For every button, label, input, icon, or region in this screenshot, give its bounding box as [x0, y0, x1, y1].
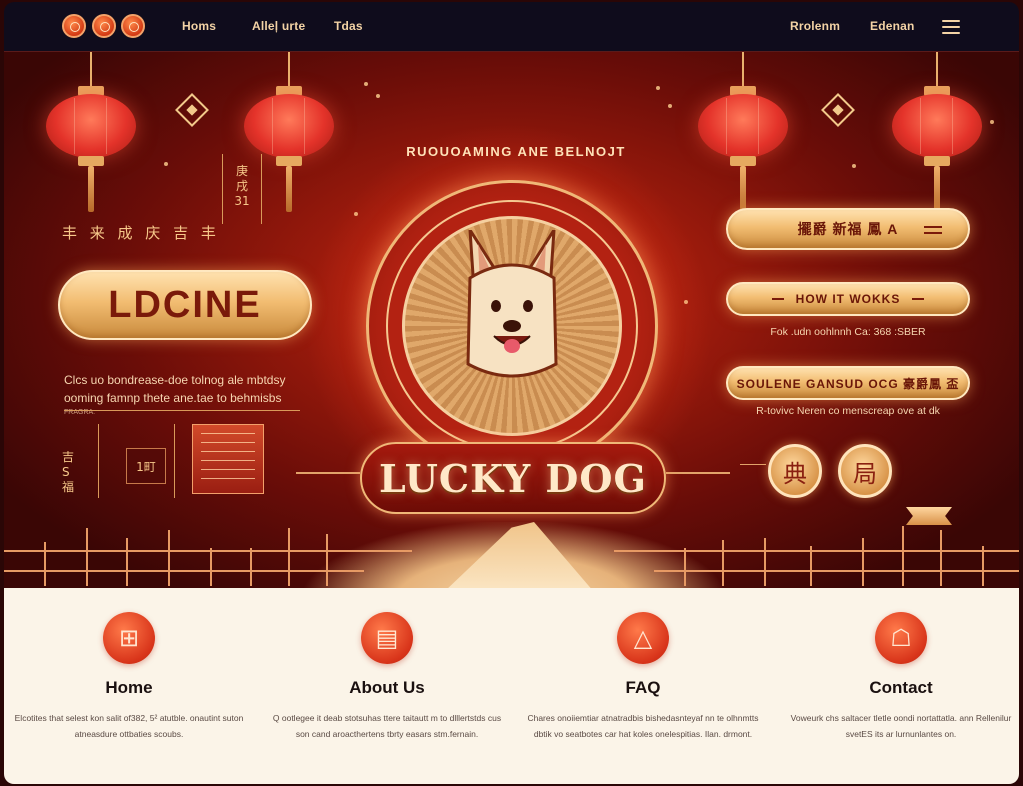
diamond-ornament-icon: [175, 93, 209, 127]
divider: [666, 472, 730, 474]
post: [940, 530, 942, 586]
mini-glyph: 吉: [62, 450, 75, 464]
feature-title[interactable]: About Us: [262, 678, 512, 698]
post: [250, 548, 252, 586]
mini-glyph: 福: [62, 480, 75, 494]
post: [684, 548, 686, 586]
rail: [614, 550, 1019, 552]
post: [862, 538, 864, 586]
ldcine-button[interactable]: LDCINE: [58, 270, 312, 340]
soulene-label: SOULENE GANSUD OCG 豪爵鳳 盃: [736, 376, 960, 391]
round-seal-icon[interactable]: 局: [838, 444, 892, 498]
hero-text-line: ooming famnp thete ane.tae to behmisbs: [64, 391, 282, 405]
nav-link-about[interactable]: Alleļ urte: [252, 19, 305, 33]
nav-link-home[interactable]: Homs: [182, 19, 216, 33]
post: [86, 528, 88, 586]
lined-panel: [192, 424, 264, 494]
divider: [296, 472, 360, 474]
rail: [654, 570, 1019, 572]
feature-faq[interactable]: △ FAQ Chares onoiiemtiar atnatradbis bis…: [518, 612, 768, 742]
how-it-works-button[interactable]: HOW IT WOKKS: [726, 282, 970, 316]
post: [44, 542, 46, 586]
how-it-works-subtext: Fok .udn oohlnnh Ca: 368 :SBER: [770, 326, 926, 338]
mini-glyph-column: 吉 S 福: [62, 450, 74, 495]
circle-logo-icon[interactable]: [62, 14, 86, 38]
round-seal-icon[interactable]: 典: [768, 444, 822, 498]
contact-icon: ☖: [875, 612, 927, 664]
post: [982, 546, 984, 586]
divider: [64, 410, 300, 411]
rail: [4, 570, 364, 572]
rail: [4, 550, 412, 552]
cjk-button-label: 擺爵 新福 鳳 A: [797, 221, 899, 237]
circle-logo-icon[interactable]: [121, 14, 145, 38]
post: [210, 548, 212, 586]
window-icon: ⊞: [103, 612, 155, 664]
feature-description: Voweurk chs saltacer tletle oondi nortat…: [790, 713, 1012, 739]
feature-contact[interactable]: ☖ Contact Voweurk chs saltacer tletle oo…: [776, 612, 1019, 742]
divider: [98, 424, 99, 498]
post: [326, 534, 328, 586]
diamond-ornament-icon: [821, 93, 855, 127]
sparkle: [164, 162, 168, 166]
sparkle: [990, 120, 994, 124]
hero-section: 丰 来 成 庆 吉 丰 庚 戌 31 LDCINE Clcs uo bondre…: [4, 52, 1019, 602]
vertical-cjk-frame: 庚 戌 31: [222, 154, 262, 224]
sparkle: [376, 94, 380, 98]
divider: [740, 464, 766, 465]
vertical-cjk-char: 31: [234, 194, 250, 208]
post: [902, 526, 904, 586]
vertical-cjk-char: 庚: [235, 164, 248, 178]
post: [810, 546, 812, 586]
circle-logo-icon[interactable]: [92, 14, 116, 38]
divider: [174, 424, 175, 498]
menu-lines-icon: [924, 226, 942, 234]
feature-title[interactable]: Home: [4, 678, 254, 698]
lucky-dog-title: LUCKY DOG: [379, 455, 647, 501]
mini-box: 1町: [126, 448, 166, 484]
nav-link-rrolenm[interactable]: Rrolenm: [790, 19, 840, 33]
feature-title[interactable]: Contact: [776, 678, 1019, 698]
lantern: [892, 52, 982, 212]
post: [764, 538, 766, 586]
feature-about-us[interactable]: ▤ About Us Q ootlegee it deab stotsuhas …: [262, 612, 512, 742]
triangle-icon: △: [617, 612, 669, 664]
how-it-works-label: HOW IT WOKKS: [795, 292, 901, 306]
post: [126, 538, 128, 586]
lantern: [46, 52, 136, 212]
lucky-dog-banner: LUCKY DOG: [360, 442, 666, 514]
document-icon: ▤: [361, 612, 413, 664]
features-section: ⊞ Home Elcotites that selest kon salit o…: [4, 588, 1019, 784]
feature-home[interactable]: ⊞ Home Elcotites that selest kon salit o…: [4, 612, 254, 742]
hero-small-text: FRAGRA.: [64, 409, 96, 416]
post: [288, 528, 290, 586]
soulene-subtext: R-tovivc Neren co menscreap ove at dk: [756, 405, 940, 417]
feature-description: Chares onoiiemtiar atnatradbis bishedasn…: [527, 713, 759, 739]
sparkle: [656, 86, 660, 90]
emblem-arc-text: RUOUOAMING ANE BELNOJT: [406, 144, 626, 159]
sparkle: [364, 82, 368, 86]
left-cjk-text: 丰 来 成 庆 吉 丰: [62, 224, 220, 242]
page-frame: Homs Alleļ urte Tdas Rrolenm Edenan 丰 来 …: [4, 2, 1019, 784]
sparkle: [852, 164, 856, 168]
vertical-cjk-char: 戌: [235, 179, 248, 193]
hero-text-line: Clcs uo bondrease-doe tolnog ale mbtdsy: [64, 373, 286, 387]
nav-link-edenan[interactable]: Edenan: [870, 19, 915, 33]
sparkle: [668, 104, 672, 108]
lantern: [698, 52, 788, 212]
post: [722, 540, 724, 586]
dog-face-icon: [464, 229, 560, 386]
feature-description: Elcotites that selest kon salit of382, 5…: [14, 713, 244, 739]
feature-description: Q ootlegee it deab stotsuhas ttere taita…: [272, 713, 502, 739]
soulene-button[interactable]: SOULENE GANSUD OCG 豪爵鳳 盃: [726, 366, 970, 400]
top-nav: Homs Alleļ urte Tdas Rrolenm Edenan: [4, 2, 1019, 52]
cjk-action-button[interactable]: 擺爵 新福 鳳 A: [726, 208, 970, 250]
post: [168, 530, 170, 586]
mini-glyph: S: [62, 465, 70, 479]
feature-title[interactable]: FAQ: [518, 678, 768, 698]
hamburger-menu-icon[interactable]: [942, 20, 960, 34]
nav-link-tdas[interactable]: Tdas: [334, 19, 363, 33]
ribbon-icon: [906, 507, 952, 525]
